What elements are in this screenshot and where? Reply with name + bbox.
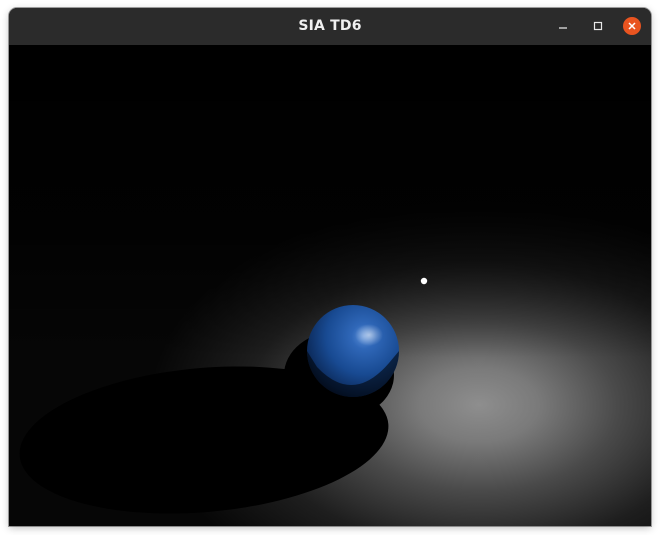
render-canvas xyxy=(9,45,651,526)
minimize-button[interactable] xyxy=(554,17,572,35)
app-window: SIA TD6 xyxy=(9,8,651,526)
close-button[interactable] xyxy=(623,17,641,35)
render-viewport[interactable] xyxy=(9,45,651,526)
minimize-icon xyxy=(559,27,567,29)
title-bar[interactable]: SIA TD6 xyxy=(9,8,651,46)
sphere-specular xyxy=(355,324,383,346)
light-source xyxy=(420,277,428,285)
close-icon xyxy=(628,22,636,30)
maximize-icon xyxy=(593,21,603,31)
maximize-button[interactable] xyxy=(589,17,607,35)
